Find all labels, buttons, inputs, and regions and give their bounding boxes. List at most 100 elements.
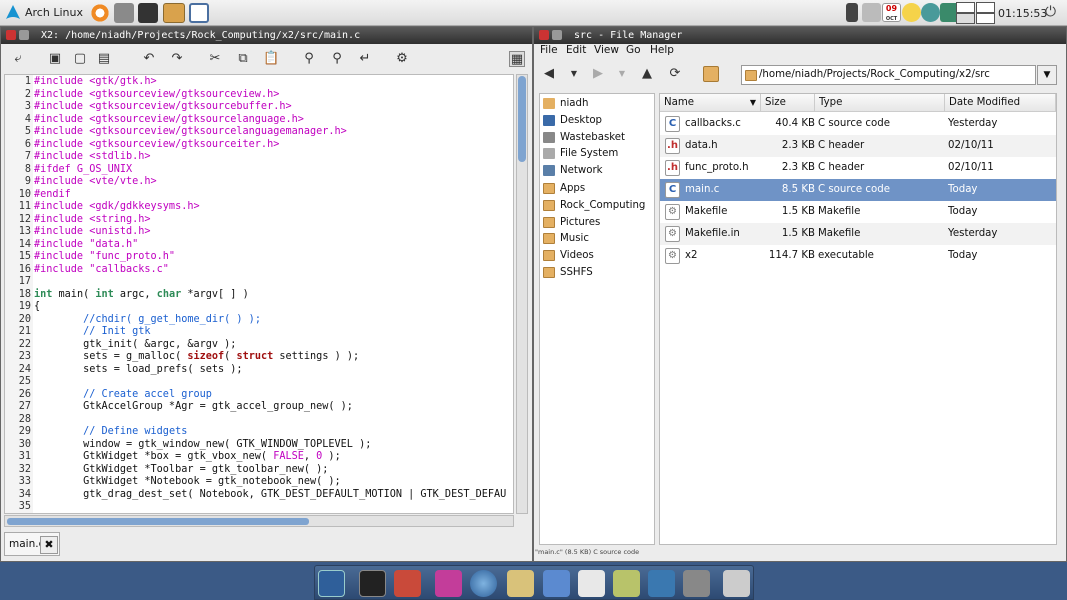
- network-tray-icon[interactable]: [921, 3, 940, 22]
- goto-line-icon[interactable]: ↵: [357, 51, 373, 67]
- file-row[interactable]: ⚙ x2 114.7 KB executable Today: [660, 245, 1056, 267]
- monitor-app-icon[interactable]: [648, 570, 675, 597]
- undo-icon[interactable]: ↶: [141, 51, 157, 67]
- code-line[interactable]: 28: [5, 414, 513, 427]
- office-app-icon[interactable]: [578, 570, 605, 597]
- code-line[interactable]: 30 window = gtk_window_new( GTK_WINDOW_T…: [5, 439, 513, 452]
- code-line[interactable]: 5 #include <gtksourceview/gtksourcelangua…: [5, 126, 513, 139]
- distro-label[interactable]: Arch Linux: [25, 6, 83, 19]
- code-editor[interactable]: 1 #include <gtk/gtk.h> 2 #include <gtksourc…: [4, 74, 514, 514]
- code-line[interactable]: 3 #include <gtksourceview/gtksourcebuffer…: [5, 101, 513, 114]
- emoticon-tray-icon[interactable]: [902, 3, 921, 22]
- window-launcher-icon[interactable]: [189, 3, 209, 23]
- code-line[interactable]: 11 #include <gdk/gdkkeysyms.h>: [5, 201, 513, 214]
- file-row[interactable]: .h func_proto.h 2.3 KB C header 02/10/11: [660, 157, 1056, 179]
- sidebar-item-apps[interactable]: Apps: [540, 180, 654, 197]
- terminal-launcher-icon[interactable]: [138, 3, 158, 23]
- code-line[interactable]: 20 //chdir( g_get_home_dir( ) );: [5, 314, 513, 327]
- paste-icon[interactable]: 📋: [263, 51, 279, 67]
- menu-go[interactable]: Go: [626, 44, 641, 56]
- open-icon[interactable]: ▣: [47, 51, 63, 67]
- save-as-icon[interactable]: ▤: [96, 51, 112, 67]
- vertical-scroll-thumb[interactable]: [518, 76, 526, 162]
- code-line[interactable]: 16 #include "callbacks.c": [5, 264, 513, 277]
- code-line[interactable]: 7 #include <stdlib.h>: [5, 151, 513, 164]
- workspace-3[interactable]: [956, 13, 975, 24]
- sidebar-item-pictures[interactable]: Pictures: [540, 214, 654, 231]
- code-line[interactable]: 13 #include <unistd.h>: [5, 226, 513, 239]
- menu-view[interactable]: View: [594, 44, 619, 56]
- code-line[interactable]: 9 #include <vte/vte.h>: [5, 176, 513, 189]
- file-row[interactable]: ⚙ Makefile.in 1.5 KB Makefile Yesterday: [660, 223, 1056, 245]
- window-pin-icon[interactable]: [552, 30, 562, 40]
- code-line[interactable]: 8 #ifdef G_OS_UNIX: [5, 164, 513, 177]
- file-manager-titlebar[interactable]: src - File Manager: [534, 27, 1066, 44]
- code-line[interactable]: 22 gtk_init( &argc, &argv );: [5, 339, 513, 352]
- code-line[interactable]: 2 #include <gtksourceview/gtksourceview.h…: [5, 89, 513, 102]
- mail-app-icon[interactable]: [507, 570, 534, 597]
- media-player-app-icon[interactable]: [683, 570, 710, 597]
- menu-file[interactable]: File: [540, 44, 558, 56]
- back-arrow-icon[interactable]: ◀: [541, 66, 557, 82]
- location-path-field[interactable]: /home/niadh/Projects/Rock_Computing/x2/s…: [741, 65, 1036, 85]
- screenshot-app-icon[interactable]: [318, 570, 345, 597]
- tab-close-button[interactable]: ✖: [40, 536, 58, 554]
- code-line[interactable]: 25: [5, 376, 513, 389]
- file-row[interactable]: .h data.h 2.3 KB C header 02/10/11: [660, 135, 1056, 157]
- column-name[interactable]: Name ▼: [660, 94, 761, 112]
- sidebar-item-videos[interactable]: Videos: [540, 247, 654, 264]
- code-line[interactable]: 19{: [5, 301, 513, 314]
- calendar-tray-icon[interactable]: 09 OCT: [882, 3, 901, 22]
- chat-app-icon[interactable]: [435, 570, 462, 597]
- code-line[interactable]: 18 int main( int argc, char *argv[ ] ): [5, 289, 513, 302]
- window-pin-icon[interactable]: [19, 30, 29, 40]
- menu-edit[interactable]: Edit: [566, 44, 586, 56]
- column-size[interactable]: Size: [761, 94, 815, 112]
- menu-help[interactable]: Help: [650, 44, 674, 56]
- code-line[interactable]: 29 // Define widgets: [5, 426, 513, 439]
- code-line[interactable]: 27 GtkAccelGroup *Agr = gtk_accel_group_…: [5, 401, 513, 414]
- sidebar-item-desktop[interactable]: Desktop: [540, 112, 654, 129]
- file-row[interactable]: Ccallbacks.c 40.4 KB C source code Yesterda…: [660, 113, 1056, 135]
- horizontal-scroll-thumb[interactable]: [7, 518, 309, 525]
- arch-logo-icon[interactable]: [5, 4, 21, 20]
- workspace-1[interactable]: [956, 2, 975, 13]
- workspace-4[interactable]: [976, 13, 995, 24]
- editor-titlebar[interactable]: X2: /home/niadh/Projects/Rock_Computing/…: [1, 27, 532, 44]
- sidebar-item-sshfs[interactable]: SSHFS: [540, 264, 654, 281]
- code-line[interactable]: 24 sets = load_prefs( sets );: [5, 364, 513, 377]
- workspace-2[interactable]: [976, 2, 995, 13]
- sidebar-item-niadh[interactable]: niadh: [540, 95, 654, 112]
- trash-app-icon[interactable]: [723, 570, 750, 597]
- sidebar-item-wastebasket[interactable]: Wastebasket: [540, 129, 654, 146]
- folder-launcher-icon[interactable]: [163, 3, 185, 23]
- code-line[interactable]: 14 #include "data.h": [5, 239, 513, 252]
- column-modified[interactable]: Date Modified: [945, 94, 1056, 112]
- code-line[interactable]: 26 // Create accel group: [5, 389, 513, 402]
- code-line[interactable]: 4 #include <gtksourceview/gtksourcelangua…: [5, 114, 513, 127]
- clipboard-tray-icon[interactable]: [846, 3, 858, 22]
- toolbox-app-icon[interactable]: [394, 570, 421, 597]
- path-dropdown-button[interactable]: ▼: [1037, 65, 1057, 85]
- file-row[interactable]: Cmain.c 8.5 KB C source code Today: [660, 179, 1056, 201]
- browser-app-icon[interactable]: [470, 570, 497, 597]
- copy-icon[interactable]: ⧉: [235, 51, 251, 67]
- redo-icon[interactable]: ↷: [169, 51, 185, 67]
- preferences-icon[interactable]: ⚙: [394, 51, 410, 67]
- code-line[interactable]: 17: [5, 276, 513, 289]
- clock[interactable]: 01:15:53: [998, 7, 1047, 20]
- code-line[interactable]: 34 gtk_drag_dest_set( Notebook, GTK_DEST…: [5, 489, 513, 502]
- forward-history-icon[interactable]: ▼: [614, 66, 630, 82]
- new-document-icon[interactable]: ⤶: [10, 51, 26, 67]
- column-type[interactable]: Type: [815, 94, 945, 112]
- code-line[interactable]: 1 #include <gtk/gtk.h>: [5, 76, 513, 89]
- sidebar-item-file-system[interactable]: File System: [540, 145, 654, 162]
- editor-horizontal-scrollbar[interactable]: [4, 515, 514, 527]
- cut-icon[interactable]: ✂: [207, 51, 223, 67]
- archive-app-icon[interactable]: [613, 570, 640, 597]
- code-line[interactable]: 33 GtkWidget *Notebook = gtk_notebook_ne…: [5, 476, 513, 489]
- power-icon[interactable]: ⏻: [1045, 4, 1056, 20]
- code-line[interactable]: 15 #include "func_proto.h": [5, 251, 513, 264]
- sidebar-item-rock-computing[interactable]: Rock_Computing: [540, 197, 654, 214]
- back-history-icon[interactable]: ▼: [566, 66, 582, 82]
